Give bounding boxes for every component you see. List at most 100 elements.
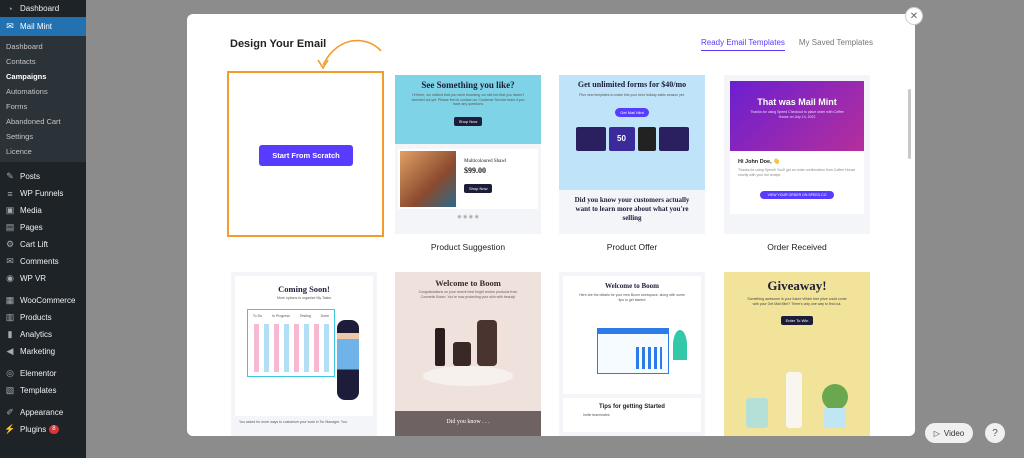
template-body: Congratulations on your recent best brig… xyxy=(418,290,518,299)
template-card-welcome-boom-tips[interactable]: Welcome to Boom Here are the details for… xyxy=(559,272,705,436)
start-from-scratch-card[interactable]: Start From Scratch xyxy=(227,71,384,237)
product-pump xyxy=(477,320,497,366)
sidebar-item-cart-lift[interactable]: ⚙ Cart Lift xyxy=(0,236,86,253)
leaf-illustration xyxy=(673,330,687,360)
scrollbar[interactable] xyxy=(908,89,911,159)
update-count-badge: 8 xyxy=(49,425,59,434)
jar-illustration xyxy=(746,398,768,428)
template-body: Thanks for using Speed! You'll get an or… xyxy=(738,168,856,177)
sidebar-item-wp-funnels[interactable]: ≡ WP Funnels xyxy=(0,185,86,202)
board-column: To Do xyxy=(252,313,263,318)
submenu-dashboard[interactable]: Dashboard xyxy=(0,39,86,54)
product-jar xyxy=(453,342,471,366)
brush-icon: ✐ xyxy=(6,407,14,417)
sidebar-item-plugins[interactable]: ⚡ Plugins 8 xyxy=(0,421,86,438)
sidebar-item-posts[interactable]: ✎ Posts xyxy=(0,168,86,185)
vr-icon: ◉ xyxy=(6,273,14,283)
sidebar-item-pages[interactable]: ▤ Pages xyxy=(0,219,86,236)
template-card-product-suggestion[interactable]: See Something you like? Hi there, we not… xyxy=(395,75,541,234)
sidebar-item-label: Products xyxy=(20,313,52,322)
submenu-forms[interactable]: Forms xyxy=(0,99,86,114)
template-footer-text: Did you know your customers actually wan… xyxy=(574,196,690,222)
sidebar-item-analytics[interactable]: ▮ Analytics xyxy=(0,326,86,343)
submenu-settings[interactable]: Settings xyxy=(0,129,86,144)
sidebar-item-appearance[interactable]: ✐ Appearance xyxy=(0,404,86,421)
template-headline: Giveaway! xyxy=(767,278,827,293)
sidebar-item-products[interactable]: ▥ Products xyxy=(0,309,86,326)
mail-mint-submenu: Dashboard Contacts Campaigns Automations… xyxy=(0,36,86,162)
sidebar-item-templates[interactable]: ▧ Templates xyxy=(0,382,86,399)
sidebar-item-label: Appearance xyxy=(20,408,64,417)
products-icon: ▥ xyxy=(5,312,15,322)
sidebar-item-dashboard[interactable]: ◔ Dashboard xyxy=(0,0,86,17)
template-header: Welcome to Boom Congratulations on your … xyxy=(395,272,541,411)
sidebar-item-woocommerce[interactable]: ▦ WooCommerce xyxy=(0,292,86,309)
submenu-licence[interactable]: Licence xyxy=(0,144,86,159)
megaphone-icon: ◀ xyxy=(6,346,14,356)
sidebar-item-media[interactable]: ▣ Media xyxy=(0,202,86,219)
template-headline: Welcome to Boom xyxy=(435,278,501,288)
submenu-abandoned-cart[interactable]: Abandoned Cart xyxy=(0,114,86,129)
board-column: Testing xyxy=(299,313,311,318)
sidebar-item-mail-mint[interactable]: ✉ Mail Mint xyxy=(0,17,86,36)
template-tabs: Ready Email Templates My Saved Templates xyxy=(687,38,873,51)
start-from-scratch-button[interactable]: Start From Scratch xyxy=(259,145,353,166)
offer-screens: 50 xyxy=(559,126,705,151)
sidebar-item-label: Elementor xyxy=(20,369,57,378)
product-name: Multicoloured Shawl xyxy=(464,159,507,164)
sidebar-item-elementor[interactable]: ◎ Elementor xyxy=(0,365,86,382)
pin-icon: ✎ xyxy=(6,171,14,181)
template-headline: Get unlimited forms for $40/mo xyxy=(577,80,687,89)
pot-illustration xyxy=(824,408,846,428)
board-column: Done xyxy=(320,313,330,318)
template-cta: Enter To Win xyxy=(780,316,814,325)
template-card-giveaway[interactable]: Giveaway! Something awesome in your futu… xyxy=(724,272,870,436)
template-headline: See Something you like? xyxy=(421,80,515,90)
person-illustration xyxy=(337,320,359,400)
social-icons: ◉ ◉ ◉ ◉ xyxy=(457,214,479,220)
template-headline: Coming Soon! xyxy=(278,284,330,294)
sidebar-item-label: Comments xyxy=(20,257,59,266)
video-button[interactable]: ▷ Video xyxy=(925,423,973,443)
template-label: Product Suggestion xyxy=(430,242,506,252)
tips-item: Invite teammates xyxy=(583,413,610,417)
template-header: Coming Soon! More options to organize My… xyxy=(235,276,373,416)
sidebar-item-marketing[interactable]: ◀ Marketing xyxy=(0,343,86,360)
elementor-icon: ◎ xyxy=(6,368,14,378)
template-card-product-offer[interactable]: Get unlimited forms for $40/mo Plus new … xyxy=(559,75,705,234)
template-cta: Shop Now xyxy=(464,184,493,193)
wp-admin-sidebar: ◔ Dashboard ✉ Mail Mint Dashboard Contac… xyxy=(0,0,86,458)
product-image xyxy=(400,151,456,207)
sidebar-item-label: Dashboard xyxy=(20,4,60,13)
template-header: Giveaway! Something awesome in your futu… xyxy=(724,272,870,436)
sidebar-item-label: Cart Lift xyxy=(20,240,49,249)
help-button[interactable]: ? xyxy=(985,423,1005,443)
template-body-panel: Hi John Doe, 👋 Thanks for using Speed! Y… xyxy=(730,151,864,214)
play-icon: ▷ xyxy=(933,428,940,438)
submenu-contacts[interactable]: Contacts xyxy=(0,54,86,69)
sidebar-item-label: Posts xyxy=(20,172,41,181)
mail-icon: ✉ xyxy=(6,21,14,31)
sidebar-item-label: Templates xyxy=(20,386,57,395)
submenu-automations[interactable]: Automations xyxy=(0,84,86,99)
template-card-welcome-boom[interactable]: Welcome to Boom Congratulations on your … xyxy=(395,272,541,436)
template-footer-text: You asked for more ways to customize you… xyxy=(239,420,347,424)
template-card-coming-soon[interactable]: Coming Soon! More options to organize My… xyxy=(231,272,377,436)
design-email-modal: Design Your Email Ready Email Templates … xyxy=(187,14,915,436)
dashboard-icon: ◔ xyxy=(7,3,13,14)
sidebar-item-wp-vr[interactable]: ◉ WP VR xyxy=(0,270,86,287)
template-card-order-received[interactable]: That was Mail Mint Thanks for using Spee… xyxy=(724,75,870,234)
submenu-campaigns[interactable]: Campaigns xyxy=(0,69,86,84)
cart-icon: ⚙ xyxy=(5,239,15,249)
sidebar-item-label: WooCommerce xyxy=(20,296,76,305)
tab-ready-templates[interactable]: Ready Email Templates xyxy=(701,38,785,51)
sidebar-item-label: WP VR xyxy=(20,274,47,283)
sidebar-item-label: Plugins xyxy=(20,425,47,434)
product-price: $99.00 xyxy=(464,166,486,175)
template-cta: Get Mail Mint xyxy=(615,107,649,117)
tab-saved-templates[interactable]: My Saved Templates xyxy=(799,38,873,51)
close-icon[interactable]: ✕ xyxy=(905,7,923,25)
woo-icon: ▦ xyxy=(5,295,15,305)
sidebar-item-comments[interactable]: ✉ Comments xyxy=(0,253,86,270)
template-product: Multicoloured Shawl $99.00 Shop Now xyxy=(398,149,538,209)
